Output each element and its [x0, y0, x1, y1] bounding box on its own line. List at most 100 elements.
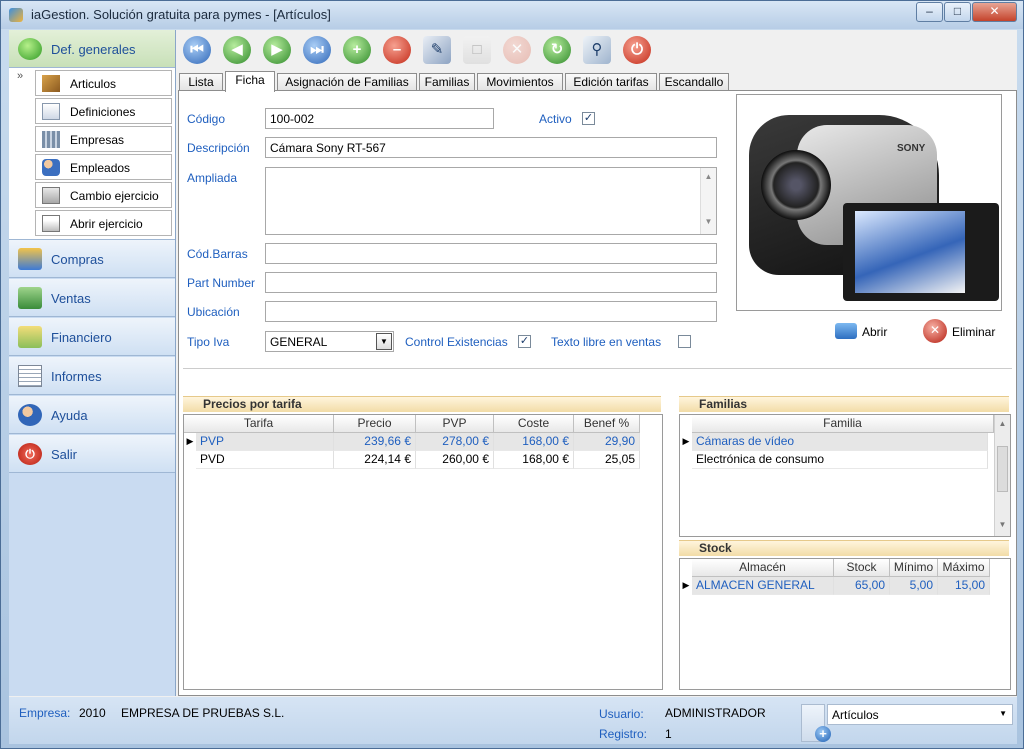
sidebar-item-articulos[interactable]: Articulos — [35, 70, 172, 96]
save-icon[interactable]: □ — [463, 36, 491, 64]
sidebar-section-financiero[interactable]: Financiero — [9, 318, 175, 356]
sidebar-item-abrir-ejercicio[interactable]: Abrir ejercicio — [35, 210, 172, 236]
refresh-icon[interactable]: ↻ — [543, 36, 571, 64]
precios-col-benef[interactable]: Benef % — [574, 415, 640, 433]
module-select[interactable]: Artículos ▼ — [827, 704, 1013, 725]
cancel-icon[interactable]: ✕ — [503, 36, 531, 64]
table-cell[interactable]: 29,90 — [574, 433, 640, 451]
familias-col-familia[interactable]: Familia — [692, 415, 994, 433]
add-module-icon[interactable]: + — [815, 726, 831, 742]
app-window: iaGestion. Solución gratuita para pymes … — [0, 0, 1024, 749]
tipoiva-select[interactable]: GENERAL — [265, 331, 394, 352]
stock-grid: Almacén Stock Mínimo Máximo ▶ ALMACEN GE… — [679, 558, 1011, 690]
precios-col-tarifa[interactable]: Tarifa — [184, 415, 334, 433]
activo-checkbox[interactable]: ✓ — [582, 112, 595, 125]
table-cell[interactable]: ALMACEN GENERAL — [692, 577, 834, 595]
search-icon[interactable]: ⚲ — [583, 36, 611, 64]
ampliada-textarea[interactable] — [265, 167, 717, 235]
registro-label: Registro: — [599, 727, 648, 741]
list-item[interactable]: Cámaras de vídeo — [692, 433, 988, 451]
truck-icon — [18, 248, 42, 270]
partnumber-field[interactable] — [265, 272, 717, 293]
last-record-icon[interactable]: ⏭ — [303, 36, 331, 64]
calendar-change-icon — [42, 187, 60, 204]
table-cell[interactable]: 168,00 € — [494, 433, 574, 451]
collapse-chevron-icon[interactable]: » — [17, 70, 23, 82]
tipoiva-value: GENERAL — [270, 335, 328, 349]
table-cell[interactable]: PVP — [196, 433, 334, 451]
calendar-icon — [42, 215, 60, 232]
delete-icon[interactable]: – — [383, 36, 411, 64]
precios-col-precio[interactable]: Precio — [334, 415, 416, 433]
row-pointer-icon: ▶ — [682, 436, 690, 446]
tab-edicion-tarifas[interactable]: Edición tarifas — [565, 73, 657, 91]
familias-scrollbar[interactable]: ▲ ▼ — [994, 415, 1010, 536]
add-icon[interactable]: + — [343, 36, 371, 64]
coins-icon — [18, 326, 42, 348]
familias-grid: Familia ▶ Cámaras de vídeo Electrónica d… — [679, 414, 1011, 537]
precios-col-pvp[interactable]: PVP — [416, 415, 494, 433]
sidebar-section-compras[interactable]: Compras — [9, 240, 175, 278]
sidebar-section-label: Def. generales — [51, 42, 136, 57]
sidebar-item-definiciones[interactable]: Definiciones — [35, 98, 172, 124]
codbarras-field[interactable] — [265, 243, 717, 264]
tab-movimientos[interactable]: Movimientos — [477, 73, 563, 91]
open-folder-icon[interactable] — [835, 323, 857, 339]
delete-image-icon[interactable]: ✕ — [923, 319, 947, 343]
tab-familias[interactable]: Familias — [419, 73, 475, 91]
edit-icon[interactable]: ✎ — [423, 36, 451, 64]
table-cell[interactable]: 239,66 € — [334, 433, 416, 451]
precios-col-coste[interactable]: Coste — [494, 415, 574, 433]
tab-asignacion-familias[interactable]: Asignación de Familias — [277, 73, 417, 91]
stock-col-almacen[interactable]: Almacén — [692, 559, 834, 577]
table-cell[interactable]: 278,00 € — [416, 433, 494, 451]
stock-col-maximo[interactable]: Máximo — [938, 559, 990, 577]
tab-ficha[interactable]: Ficha — [225, 71, 275, 92]
tab-lista[interactable]: Lista — [179, 73, 223, 91]
sidebar-section-label: Ayuda — [51, 408, 88, 423]
sidebar-section-ayuda[interactable]: Ayuda — [9, 396, 175, 434]
sidebar-item-label: Articulos — [70, 77, 117, 91]
ampliada-scrollbar[interactable]: ▲ ▼ — [700, 168, 716, 234]
table-cell[interactable]: 168,00 € — [494, 451, 574, 469]
sidebar-section-informes[interactable]: Informes — [9, 357, 175, 395]
descripcion-field[interactable]: Cámara Sony RT-567 — [265, 137, 717, 158]
row-pointer-icon: ▶ — [186, 436, 194, 446]
sidebar-item-empresas[interactable]: Empresas — [35, 126, 172, 152]
sidebar-item-label: Empresas — [70, 133, 125, 147]
first-record-icon[interactable]: ⏮ — [183, 36, 211, 64]
table-cell[interactable]: 25,05 — [574, 451, 640, 469]
boxes-icon — [42, 75, 60, 92]
codigo-field[interactable]: 100-002 — [265, 108, 494, 129]
sidebar-section-label: Informes — [51, 369, 102, 384]
sidebar-item-empleados[interactable]: Empleados — [35, 154, 172, 180]
sidebar-section-def-generales[interactable]: Def. generales — [9, 30, 175, 68]
control-existencias-checkbox[interactable]: ✓ — [518, 335, 531, 348]
sidebar-item-label: Abrir ejercicio — [70, 217, 143, 231]
empresa-name: EMPRESA DE PRUEBAS S.L. — [121, 706, 285, 720]
stock-col-minimo[interactable]: Mínimo — [890, 559, 938, 577]
chevron-down-icon[interactable]: ▼ — [376, 333, 392, 350]
texto-libre-checkbox[interactable] — [678, 335, 691, 348]
table-cell[interactable]: PVD — [196, 451, 334, 469]
maximize-button[interactable]: □ — [944, 2, 971, 22]
table-cell[interactable]: 65,00 — [834, 577, 890, 595]
table-cell[interactable]: 260,00 € — [416, 451, 494, 469]
previous-record-icon[interactable]: ◀ — [223, 36, 251, 64]
sidebar-item-cambio-ejercicio[interactable]: Cambio ejercicio — [35, 182, 172, 208]
tab-escandallo[interactable]: Escandallo — [659, 73, 729, 91]
close-button[interactable]: ✕ — [972, 2, 1017, 22]
abrir-button[interactable]: Abrir — [862, 325, 887, 339]
stock-col-stock[interactable]: Stock — [834, 559, 890, 577]
eliminar-button[interactable]: Eliminar — [952, 325, 995, 339]
sidebar-section-ventas[interactable]: Ventas — [9, 279, 175, 317]
exit-icon[interactable]: ⏻ — [623, 36, 651, 64]
table-cell[interactable]: 5,00 — [890, 577, 938, 595]
list-item[interactable]: Electrónica de consumo — [692, 451, 988, 469]
next-record-icon[interactable]: ▶ — [263, 36, 291, 64]
table-cell[interactable]: 224,14 € — [334, 451, 416, 469]
table-cell[interactable]: 15,00 — [938, 577, 990, 595]
sidebar-section-salir[interactable]: ⏻ Salir — [9, 435, 175, 473]
ubicacion-field[interactable] — [265, 301, 717, 322]
minimize-button[interactable]: – — [916, 2, 943, 22]
